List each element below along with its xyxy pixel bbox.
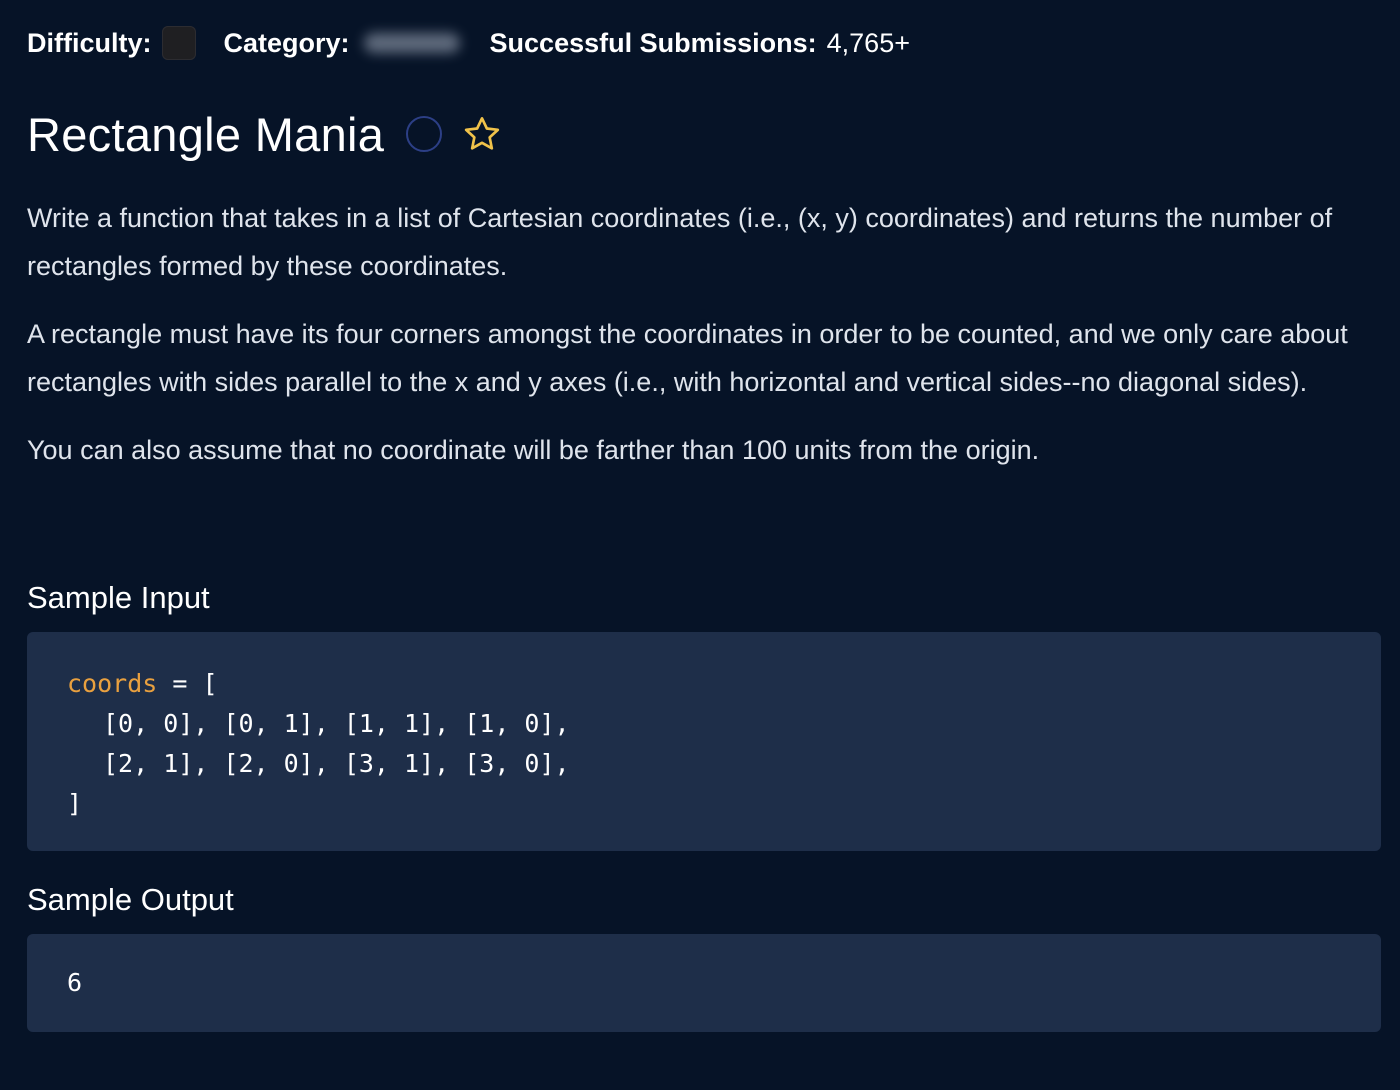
problem-description: Write a function that takes in a list of… (27, 194, 1367, 494)
star-icon[interactable] (462, 114, 502, 154)
sample-input-code: coords = [ [0, 0], [0, 1], [1, 1], [1, 0… (27, 632, 1381, 851)
problem-title: Rectangle Mania (27, 107, 385, 161)
submissions-label: Successful Submissions: (489, 27, 817, 58)
difficulty-label: Difficulty: (27, 27, 152, 58)
code-line: 6 (67, 968, 83, 997)
code-line: ] (67, 789, 83, 818)
sample-input-heading: Sample Input (27, 580, 210, 615)
category-item: Category: (224, 28, 460, 59)
submissions-item: Successful Submissions: 4,765+ (490, 28, 910, 59)
problem-meta-bar: Difficulty: Category: Successful Submiss… (27, 24, 910, 62)
submissions-count: 4,765+ (826, 27, 910, 58)
code-assign: = [ (157, 669, 218, 698)
code-line: coords = [ (67, 664, 1381, 704)
code-line: [0, 0], [0, 1], [1, 1], [1, 0], (103, 709, 570, 738)
sample-output-code: 6 (27, 934, 1381, 1032)
category-value-blurred (363, 33, 460, 53)
description-paragraph: You can also assume that no coordinate w… (27, 435, 1040, 465)
difficulty-item: Difficulty: (27, 26, 196, 60)
status-circle-icon[interactable] (406, 116, 443, 152)
title-row: Rectangle Mania (27, 104, 502, 164)
description-paragraph: A rectangle must have its four corners a… (27, 319, 1348, 397)
code-line: [2, 1], [2, 0], [3, 1], [3, 0], (103, 749, 570, 778)
sample-output-heading: Sample Output (27, 882, 234, 917)
difficulty-indicator (161, 26, 196, 60)
code-variable: coords (67, 669, 158, 698)
description-paragraph: Write a function that takes in a list of… (27, 203, 1333, 281)
category-label: Category: (223, 27, 350, 58)
